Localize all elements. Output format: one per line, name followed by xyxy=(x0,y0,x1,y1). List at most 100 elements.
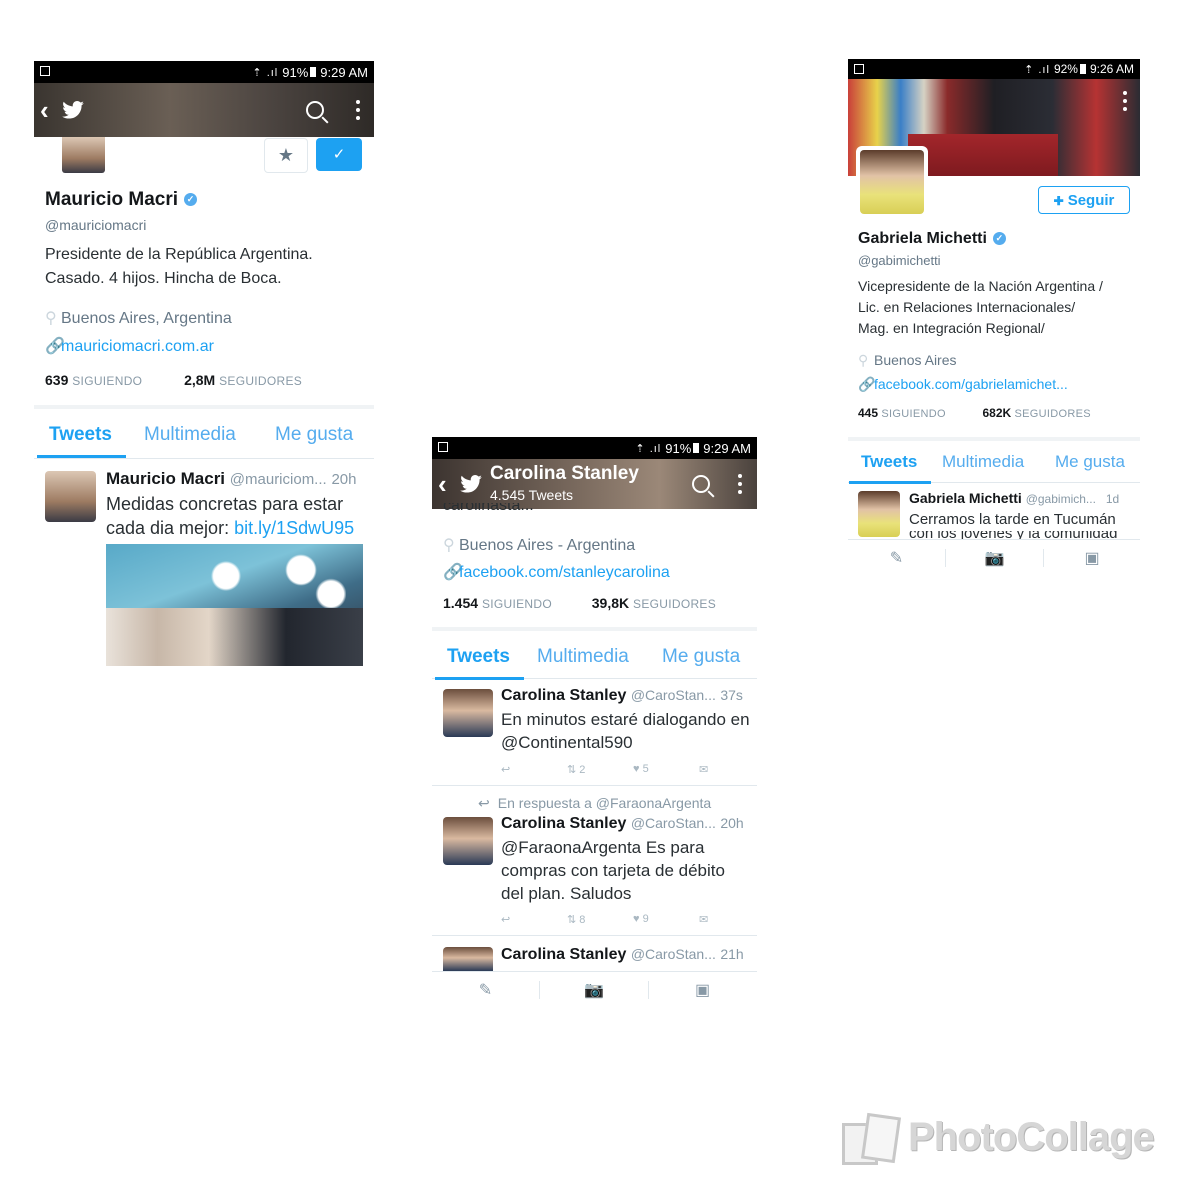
reply-icon[interactable]: ↩ xyxy=(501,763,567,776)
gallery-icon[interactable]: ▣ xyxy=(649,980,756,1000)
profile-bio-line-1: Vicepresidente de la Nación Argentina / xyxy=(858,278,1103,294)
tab-me-gusta[interactable]: Me gusta xyxy=(1055,452,1125,472)
tab-multimedia[interactable]: Multimedia xyxy=(942,452,1024,472)
gallery-notification-icon xyxy=(40,66,50,76)
profile-location: ⚲ Buenos Aires xyxy=(858,352,957,369)
profile-website[interactable]: 🔗facebook.com/stanleycarolina xyxy=(443,562,670,582)
tab-me-gusta[interactable]: Me gusta xyxy=(275,424,353,446)
tweet-header: Gabriela Michetti @gabimich... 1d xyxy=(909,490,1119,506)
retweet-button[interactable]: ⇅ 8 xyxy=(567,913,633,926)
tweet-photo[interactable] xyxy=(106,544,363,666)
profile-name: Mauricio Macri ✓ xyxy=(45,189,198,211)
like-count: 5 xyxy=(642,763,649,775)
battery-icon xyxy=(1079,64,1086,74)
following-label[interactable]: SIGUIENDO xyxy=(72,374,142,388)
website-link[interactable]: mauriciomacri.com.ar xyxy=(61,338,214,355)
tab-multimedia[interactable]: Multimedia xyxy=(144,424,236,446)
retweet-button[interactable]: ⇅ 2 xyxy=(567,763,633,776)
tweet-author-name[interactable]: Carolina Stanley xyxy=(501,946,626,963)
compose-toolbar: ✎ 📷 ▣ xyxy=(848,539,1140,576)
follow-counts: 639 SIGUIENDO 2,8M SEGUIDORES xyxy=(45,372,302,388)
search-icon[interactable] xyxy=(306,101,324,119)
profile-avatar[interactable] xyxy=(62,137,105,173)
reply-to-text[interactable]: En respuesta a @FaraonaArgenta xyxy=(498,795,711,811)
profile-tabs: Tweets Multimedia Me gusta xyxy=(848,452,1140,484)
following-label[interactable]: SIGUIENDO xyxy=(482,597,552,611)
battery-level: 91% xyxy=(665,440,692,456)
clock: 9:26 AM xyxy=(1089,62,1134,76)
followers-label[interactable]: SEGUIDORES xyxy=(1015,408,1091,420)
tweet-author-name[interactable]: Gabriela Michetti xyxy=(909,490,1022,506)
more-options-icon[interactable] xyxy=(356,100,360,124)
tweet-avatar[interactable] xyxy=(443,689,493,737)
tweet-timestamp: 20h xyxy=(720,815,744,831)
camera-icon[interactable]: 📷 xyxy=(946,548,1043,568)
tab-tweets[interactable]: Tweets xyxy=(36,424,127,458)
back-arrow-icon[interactable]: ‹ xyxy=(40,95,49,126)
favorite-star-button[interactable]: ★ xyxy=(264,138,308,173)
more-options-icon[interactable] xyxy=(738,474,742,498)
photocollage-logo-icon xyxy=(840,1112,902,1167)
tweet-link[interactable]: bit.ly/1SdwU95 xyxy=(234,518,354,538)
follow-counts: 445 SIGUIENDO 682K SEGUIDORES xyxy=(858,406,1091,420)
following-count[interactable]: 639 xyxy=(45,372,68,388)
link-icon: 🔗 xyxy=(858,376,876,392)
follow-counts: 1.454 SIGUIENDO 39,8K SEGUIDORES xyxy=(443,595,716,611)
tweet-header: Carolina Stanley @CaroStan... 37s xyxy=(501,687,743,705)
header-tweet-count: 4.545 Tweets xyxy=(490,487,574,503)
website-link[interactable]: facebook.com/gabrielamichet... xyxy=(874,376,1068,392)
tweet-avatar[interactable] xyxy=(45,471,96,522)
verified-badge-icon: ✓ xyxy=(184,193,198,207)
following-label[interactable]: SIGUIENDO xyxy=(881,408,945,420)
followers-label[interactable]: SEGUIDORES xyxy=(219,374,302,388)
tweet-author-handle: @mauriciom... xyxy=(229,471,327,488)
back-arrow-icon[interactable]: ‹ xyxy=(438,469,447,500)
profile-website[interactable]: 🔗mauriciomacri.com.ar xyxy=(45,336,214,356)
tweet-avatar[interactable] xyxy=(443,947,493,971)
followers-count[interactable]: 682K xyxy=(983,406,1012,420)
like-button[interactable]: ♥ 5 xyxy=(633,763,699,776)
tweet-avatar[interactable] xyxy=(858,491,900,537)
tab-multimedia[interactable]: Multimedia xyxy=(537,646,629,668)
follow-label: Seguir xyxy=(1067,192,1115,209)
profile-bio-line-1: Presidente de la República Argentina. xyxy=(45,246,313,263)
website-link[interactable]: facebook.com/stanleycarolina xyxy=(459,564,670,581)
followers-label[interactable]: SEGUIDORES xyxy=(633,597,716,611)
following-count[interactable]: 445 xyxy=(858,406,878,420)
following-count[interactable]: 1.454 xyxy=(443,595,478,611)
profile-bio-line-3: Mag. en Integración Regional/ xyxy=(858,320,1045,336)
tweet-author-handle: @gabimich... xyxy=(1025,492,1096,506)
followers-count[interactable]: 39,8K xyxy=(592,595,629,611)
followers-count[interactable]: 2,8M xyxy=(184,372,215,388)
tab-me-gusta[interactable]: Me gusta xyxy=(662,646,740,668)
tweet-author-name[interactable]: Carolina Stanley xyxy=(501,687,626,704)
tweet-author-name[interactable]: Mauricio Macri xyxy=(106,469,225,488)
gallery-icon[interactable]: ▣ xyxy=(1044,548,1140,568)
location-text: Buenos Aires - Argentina xyxy=(459,537,636,554)
profile-website[interactable]: 🔗facebook.com/gabrielamichet... xyxy=(858,376,1068,393)
battery-level: 92% xyxy=(1053,62,1078,76)
camera-icon[interactable]: 📷 xyxy=(540,980,648,1000)
tweet-author-name[interactable]: Carolina Stanley xyxy=(501,815,626,832)
stanley-profile-screen: ⇡ .ıl 91% 9:29 AM ‹ Carolina Stanley 4.5… xyxy=(432,437,757,1007)
status-bar: ⇡ .ıl 91% 9:29 AM xyxy=(34,61,374,83)
tab-tweets[interactable]: Tweets xyxy=(434,646,525,680)
direct-message-icon[interactable]: ✉ xyxy=(699,763,708,776)
following-button[interactable]: ✓ xyxy=(316,138,362,171)
profile-bio-line-2: Casado. 4 hijos. Hincha de Boca. xyxy=(45,270,282,287)
tab-tweets[interactable]: Tweets xyxy=(848,452,932,484)
compose-tweet-icon[interactable]: ✎ xyxy=(432,980,539,1000)
reply-icon[interactable]: ↩ xyxy=(501,913,567,926)
more-options-icon[interactable] xyxy=(1123,91,1127,115)
like-button[interactable]: ♥ 9 xyxy=(633,913,699,926)
direct-message-icon[interactable]: ✉ xyxy=(699,913,708,926)
tweet-avatar[interactable] xyxy=(443,817,493,865)
compose-tweet-icon[interactable]: ✎ xyxy=(848,548,945,568)
follow-button[interactable]: ✚ Seguir xyxy=(1038,186,1130,214)
search-icon[interactable] xyxy=(692,475,710,493)
retweet-count: 2 xyxy=(579,764,586,776)
profile-avatar[interactable] xyxy=(860,150,924,214)
profile-bio-line-2: Lic. en Relaciones Internacionales/ xyxy=(858,299,1076,315)
twitter-bird-icon xyxy=(62,101,84,119)
profile-name-text: Mauricio Macri xyxy=(45,189,179,210)
